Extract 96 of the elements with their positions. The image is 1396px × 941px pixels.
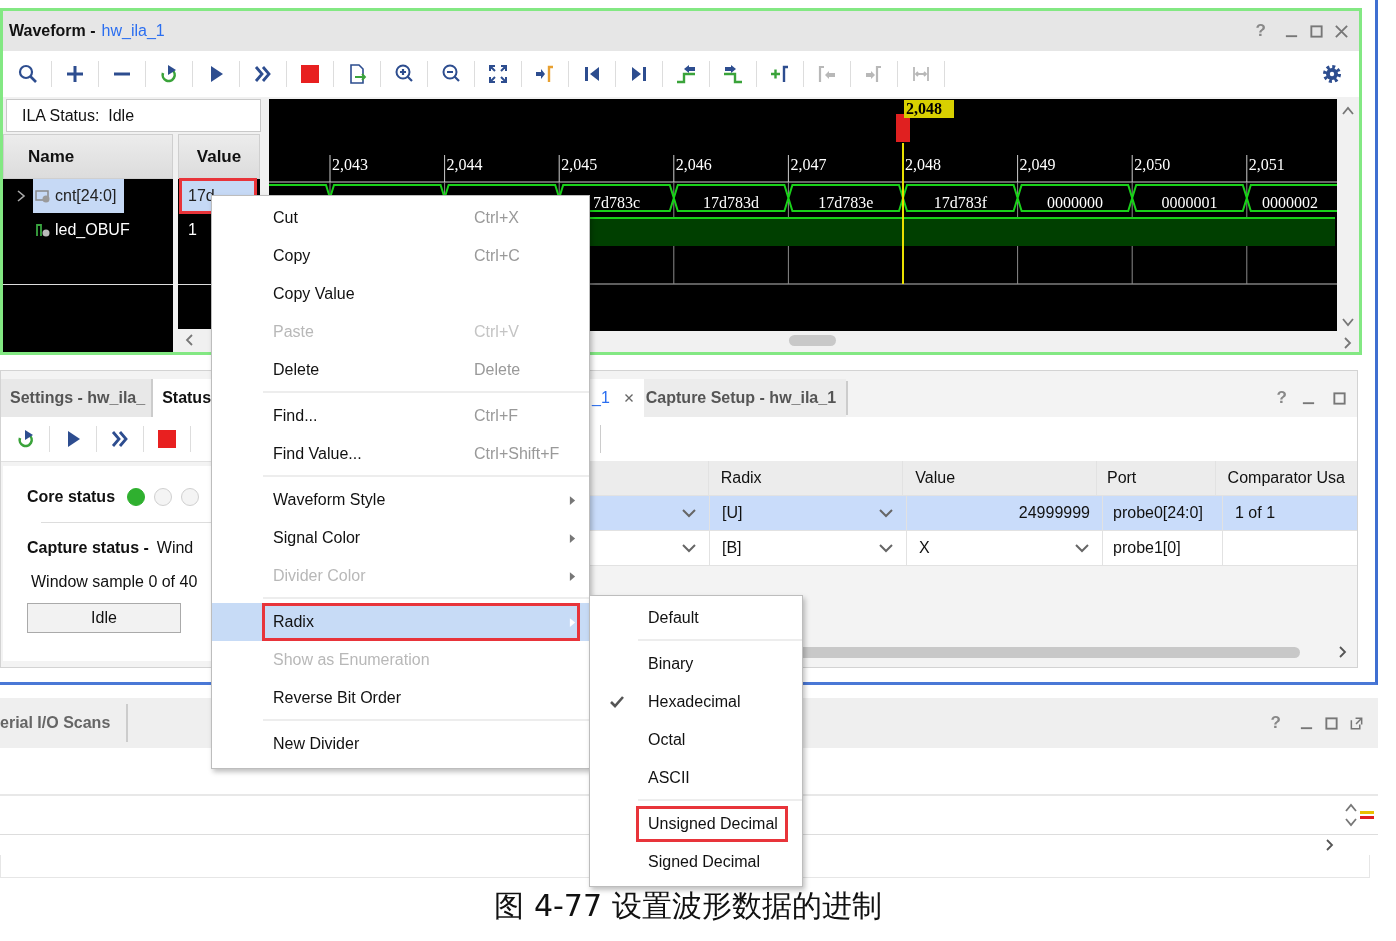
bus-value: 0000002 bbox=[1262, 194, 1319, 211]
time-tick: 2,047 bbox=[788, 154, 827, 183]
menu-item[interactable]: Waveform Style bbox=[212, 481, 589, 519]
bus-value: 17d783d bbox=[703, 194, 760, 211]
figure-caption: 图 4-77 设置波形数据的进制 bbox=[493, 887, 883, 925]
bus-signal-icon bbox=[35, 188, 51, 204]
column-header[interactable]: Comparator Usa bbox=[1215, 461, 1357, 495]
scroll-right-icon[interactable] bbox=[1337, 645, 1349, 659]
scroll-down-icon[interactable] bbox=[1341, 316, 1356, 328]
column-header[interactable]: Radix bbox=[708, 461, 904, 495]
chevron-right-icon[interactable] bbox=[16, 189, 26, 203]
plus-icon[interactable] bbox=[64, 63, 86, 85]
capture-status-label: Capture status - bbox=[27, 539, 149, 557]
column-header[interactable]: Value bbox=[178, 134, 260, 179]
column-header[interactable]: Name bbox=[3, 134, 173, 179]
idle-button[interactable]: Idle bbox=[27, 603, 181, 633]
table-row[interactable]: [U] 24999999 probe0[24:0] 1 of 1 bbox=[590, 496, 1357, 531]
radix-dropdown[interactable]: [U] bbox=[710, 496, 907, 530]
menu-item[interactable]: Signed Decimal bbox=[590, 843, 802, 881]
search-icon[interactable] bbox=[17, 63, 39, 85]
menu-item[interactable]: ASCII bbox=[590, 759, 802, 797]
time-tick: 2,043 bbox=[329, 154, 369, 183]
add-marker-icon[interactable] bbox=[769, 63, 791, 85]
chevron-down-icon[interactable] bbox=[681, 508, 697, 518]
column-header[interactable]: Value bbox=[903, 461, 1097, 495]
menu-item[interactable]: Copy Ctrl+C bbox=[212, 237, 589, 275]
bus-value: 0000001 bbox=[1161, 194, 1218, 211]
bus-value: 0000000 bbox=[1047, 194, 1104, 211]
menu-item[interactable]: Radix bbox=[212, 603, 589, 641]
cursor-line[interactable] bbox=[902, 142, 905, 285]
time-tick: 2,051 bbox=[1246, 154, 1285, 183]
chevron-down-icon[interactable] bbox=[878, 543, 894, 553]
maximize-icon[interactable] bbox=[1332, 390, 1347, 406]
bus-value: 17d783f bbox=[933, 194, 988, 211]
panel-tab[interactable]: _1 bbox=[590, 379, 644, 417]
value-dropdown[interactable]: X bbox=[907, 531, 1103, 565]
float-icon[interactable] bbox=[1349, 715, 1364, 731]
menu-item[interactable]: Unsigned Decimal bbox=[590, 805, 802, 843]
panel-tab[interactable]: Settings - hw_ila_ bbox=[1, 379, 154, 417]
cursor-label: 2,048 bbox=[904, 100, 955, 118]
close-icon[interactable] bbox=[1334, 23, 1349, 39]
maximize-icon[interactable] bbox=[1309, 23, 1324, 39]
capture-status-value: Wind bbox=[156, 539, 194, 557]
signal-name[interactable]: led_OBUF bbox=[55, 221, 130, 239]
time-tick: 2,045 bbox=[558, 154, 598, 183]
chevron-down-icon[interactable] bbox=[1074, 543, 1090, 553]
settings-icon[interactable] bbox=[1321, 63, 1343, 85]
arrow-bracket-icon[interactable] bbox=[534, 63, 556, 85]
core-status-label: Core status bbox=[27, 488, 116, 506]
menu-item[interactable]: Octal bbox=[590, 721, 802, 759]
table-cell-text: 1 of 1 bbox=[1234, 503, 1277, 523]
ila-status-text: ILA Status: Idle bbox=[6, 99, 262, 132]
step-left-icon[interactable] bbox=[675, 63, 697, 85]
value-field[interactable]: 24999999 bbox=[907, 496, 1103, 530]
time-tick: 2,049 bbox=[1017, 154, 1056, 183]
menu-item[interactable]: Hexadecimal bbox=[590, 683, 802, 721]
menu-item[interactable]: Default bbox=[590, 599, 802, 637]
cursor-handle[interactable] bbox=[896, 114, 911, 142]
close-icon[interactable] bbox=[623, 393, 634, 403]
time-tick: 2,050 bbox=[1131, 154, 1171, 183]
signal-value: 1 bbox=[187, 220, 198, 240]
scrollbar-thumb[interactable] bbox=[789, 335, 837, 346]
marker-icon bbox=[1360, 809, 1374, 821]
panel-title-link[interactable]: hw_ila_1 bbox=[101, 22, 165, 40]
stop-icon[interactable] bbox=[156, 428, 178, 450]
time-tick: 2,046 bbox=[673, 154, 712, 183]
step-right-icon[interactable] bbox=[722, 63, 744, 85]
bit-signal-icon bbox=[35, 222, 51, 238]
menu-item[interactable]: New Divider bbox=[212, 725, 589, 763]
table-cell: probe1[0] bbox=[1103, 531, 1223, 565]
fit-icon[interactable] bbox=[487, 63, 509, 85]
panel-tab[interactable]: erial I/O Scans bbox=[0, 698, 127, 748]
chevron-down-icon[interactable] bbox=[681, 543, 697, 553]
menu-item[interactable]: Binary bbox=[590, 645, 802, 683]
table-cell: probe0[24:0] bbox=[1103, 496, 1223, 530]
menu-item[interactable]: Reverse Bit Order bbox=[212, 679, 589, 717]
panel-tab[interactable]: Capture Setup - hw_ila_1 bbox=[643, 379, 847, 417]
menu-item[interactable]: Copy Value bbox=[212, 275, 589, 313]
menu-item[interactable]: Signal Color bbox=[212, 519, 589, 557]
radix-dropdown[interactable]: [B] bbox=[710, 531, 907, 565]
stop-icon[interactable] bbox=[299, 63, 321, 85]
menu-item[interactable]: Find Value... Ctrl+Shift+F bbox=[212, 435, 589, 473]
column-header[interactable]: Port bbox=[1096, 461, 1216, 495]
panel-title: Waveform - bbox=[9, 22, 96, 40]
bus-value: 7d783c bbox=[593, 194, 641, 211]
window-sample-text: Window sample 0 of 40 bbox=[31, 573, 199, 591]
spin-arrows-icon[interactable] bbox=[1344, 801, 1358, 829]
bus-value: 17d783e bbox=[818, 194, 874, 211]
scroll-right-icon[interactable] bbox=[1324, 838, 1336, 852]
scroll-left-icon[interactable] bbox=[184, 333, 196, 347]
table-row[interactable]: [B] X probe1[0] bbox=[590, 531, 1357, 566]
scroll-up-icon[interactable] bbox=[1341, 105, 1356, 117]
time-tick: 2,044 bbox=[444, 154, 483, 183]
time-tick: 2,048 bbox=[902, 154, 942, 183]
chevron-down-icon[interactable] bbox=[878, 508, 894, 518]
maximize-icon[interactable] bbox=[1324, 715, 1339, 731]
